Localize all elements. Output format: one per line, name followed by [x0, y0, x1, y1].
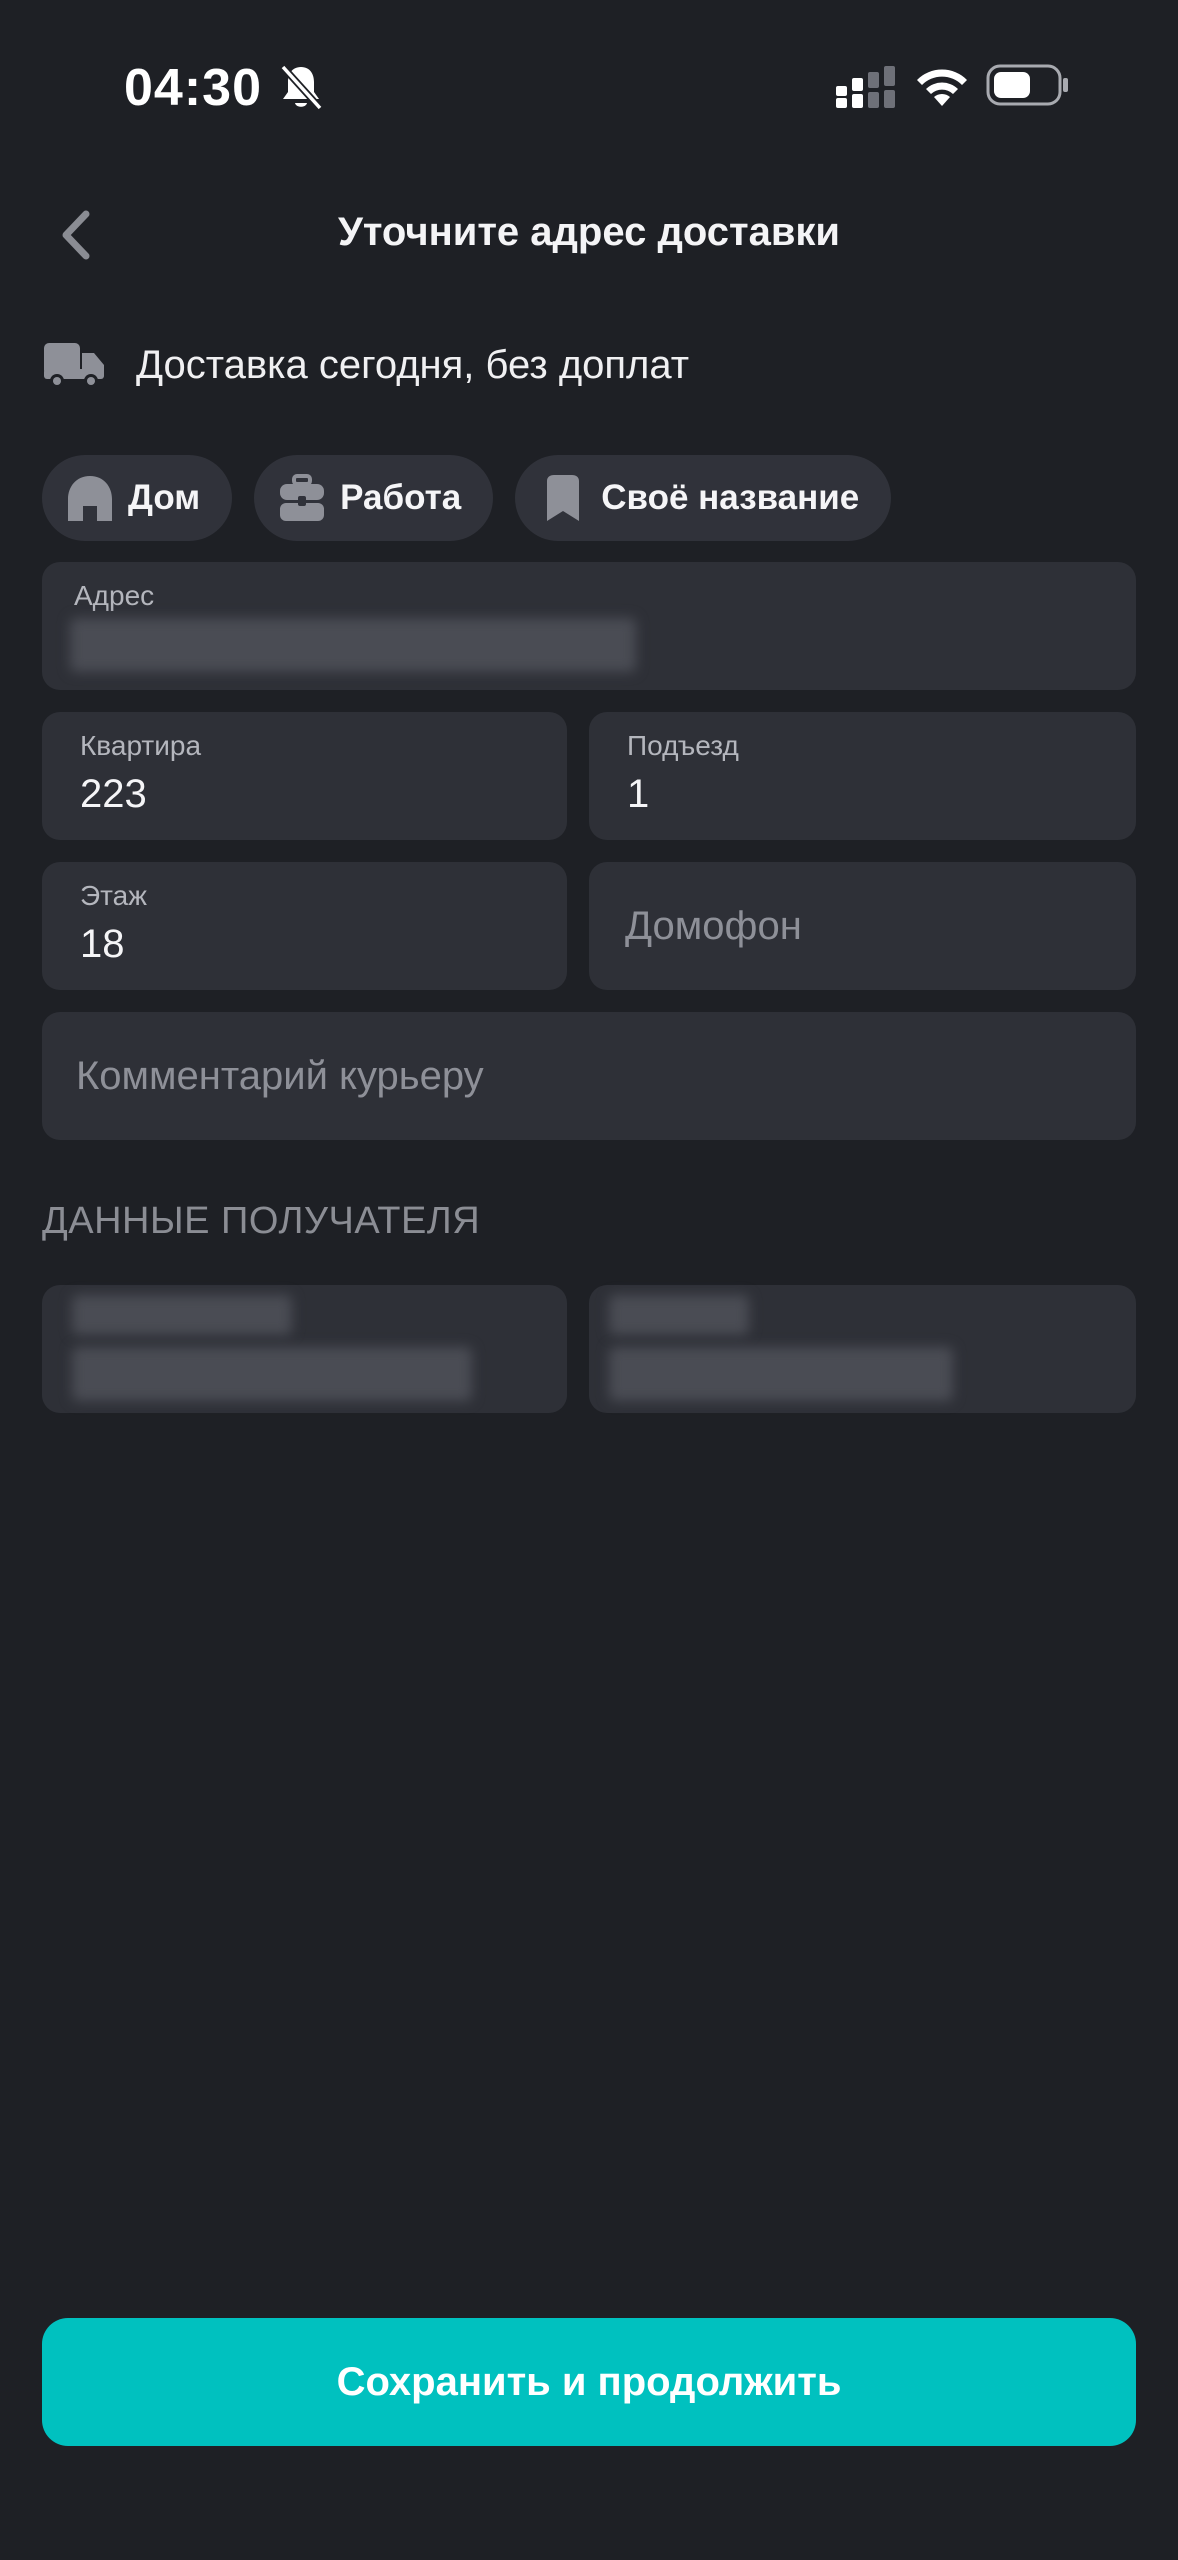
- courier-comment-field[interactable]: Комментарий курьеру: [42, 1012, 1136, 1140]
- home-icon: [68, 476, 112, 521]
- chip-work[interactable]: Работа: [254, 455, 494, 541]
- address-value-redacted: [70, 618, 636, 672]
- intercom-placeholder: Домофон: [625, 903, 802, 948]
- bell-muted-icon: [280, 64, 323, 111]
- recipient-phone-label-redacted: [609, 1295, 749, 1335]
- floor-label: Этаж: [80, 880, 147, 911]
- bookmark-icon: [547, 475, 580, 521]
- battery-icon: [986, 64, 1068, 106]
- recipient-phone-value-redacted: [609, 1347, 953, 1401]
- recipient-name-field[interactable]: [42, 1285, 567, 1413]
- page-title: Уточните адрес доставки: [337, 210, 841, 254]
- chip-label: Работа: [340, 478, 462, 517]
- entrance-value: 1: [627, 772, 650, 816]
- recipient-name-value-redacted: [72, 1347, 472, 1401]
- apartment-field[interactable]: Квартира 223: [42, 712, 567, 840]
- signal-icon: [836, 66, 895, 108]
- address-field[interactable]: Адрес: [42, 562, 1136, 690]
- floor-value: 18: [80, 922, 125, 966]
- address-label: Адрес: [74, 580, 155, 611]
- courier-comment-placeholder: Комментарий курьеру: [76, 1053, 484, 1098]
- entrance-field[interactable]: Подъезд 1: [589, 712, 1136, 840]
- save-and-continue-button[interactable]: Сохранить и продолжить: [42, 2318, 1136, 2446]
- status-time: 04:30: [124, 59, 262, 117]
- chip-home[interactable]: Дом: [42, 455, 233, 541]
- chip-custom-name[interactable]: Своё название: [515, 455, 892, 541]
- recipient-name-label-redacted: [72, 1295, 292, 1335]
- recipient-section-title: ДАННЫЕ ПОЛУЧАТЕЛЯ: [42, 1200, 481, 1242]
- apartment-value: 223: [80, 772, 147, 816]
- truck-icon: [44, 343, 104, 388]
- apartment-label: Квартира: [80, 730, 202, 761]
- status-bar: 04:30: [0, 48, 1178, 128]
- delivery-info: Доставка сегодня, без доплат: [42, 330, 689, 400]
- wifi-icon: [917, 69, 967, 106]
- address-type-chips: Дом Работа Своё название: [42, 455, 892, 541]
- header: Уточните адрес доставки: [0, 190, 1178, 280]
- briefcase-icon: [280, 474, 325, 521]
- delivery-text: Доставка сегодня, без доплат: [136, 342, 690, 387]
- recipient-phone-field[interactable]: [589, 1285, 1136, 1413]
- intercom-field[interactable]: Домофон: [589, 862, 1136, 990]
- floor-field[interactable]: Этаж 18: [42, 862, 567, 990]
- entrance-label: Подъезд: [627, 730, 739, 761]
- chip-label: Дом: [128, 478, 201, 517]
- chip-label: Своё название: [601, 478, 860, 517]
